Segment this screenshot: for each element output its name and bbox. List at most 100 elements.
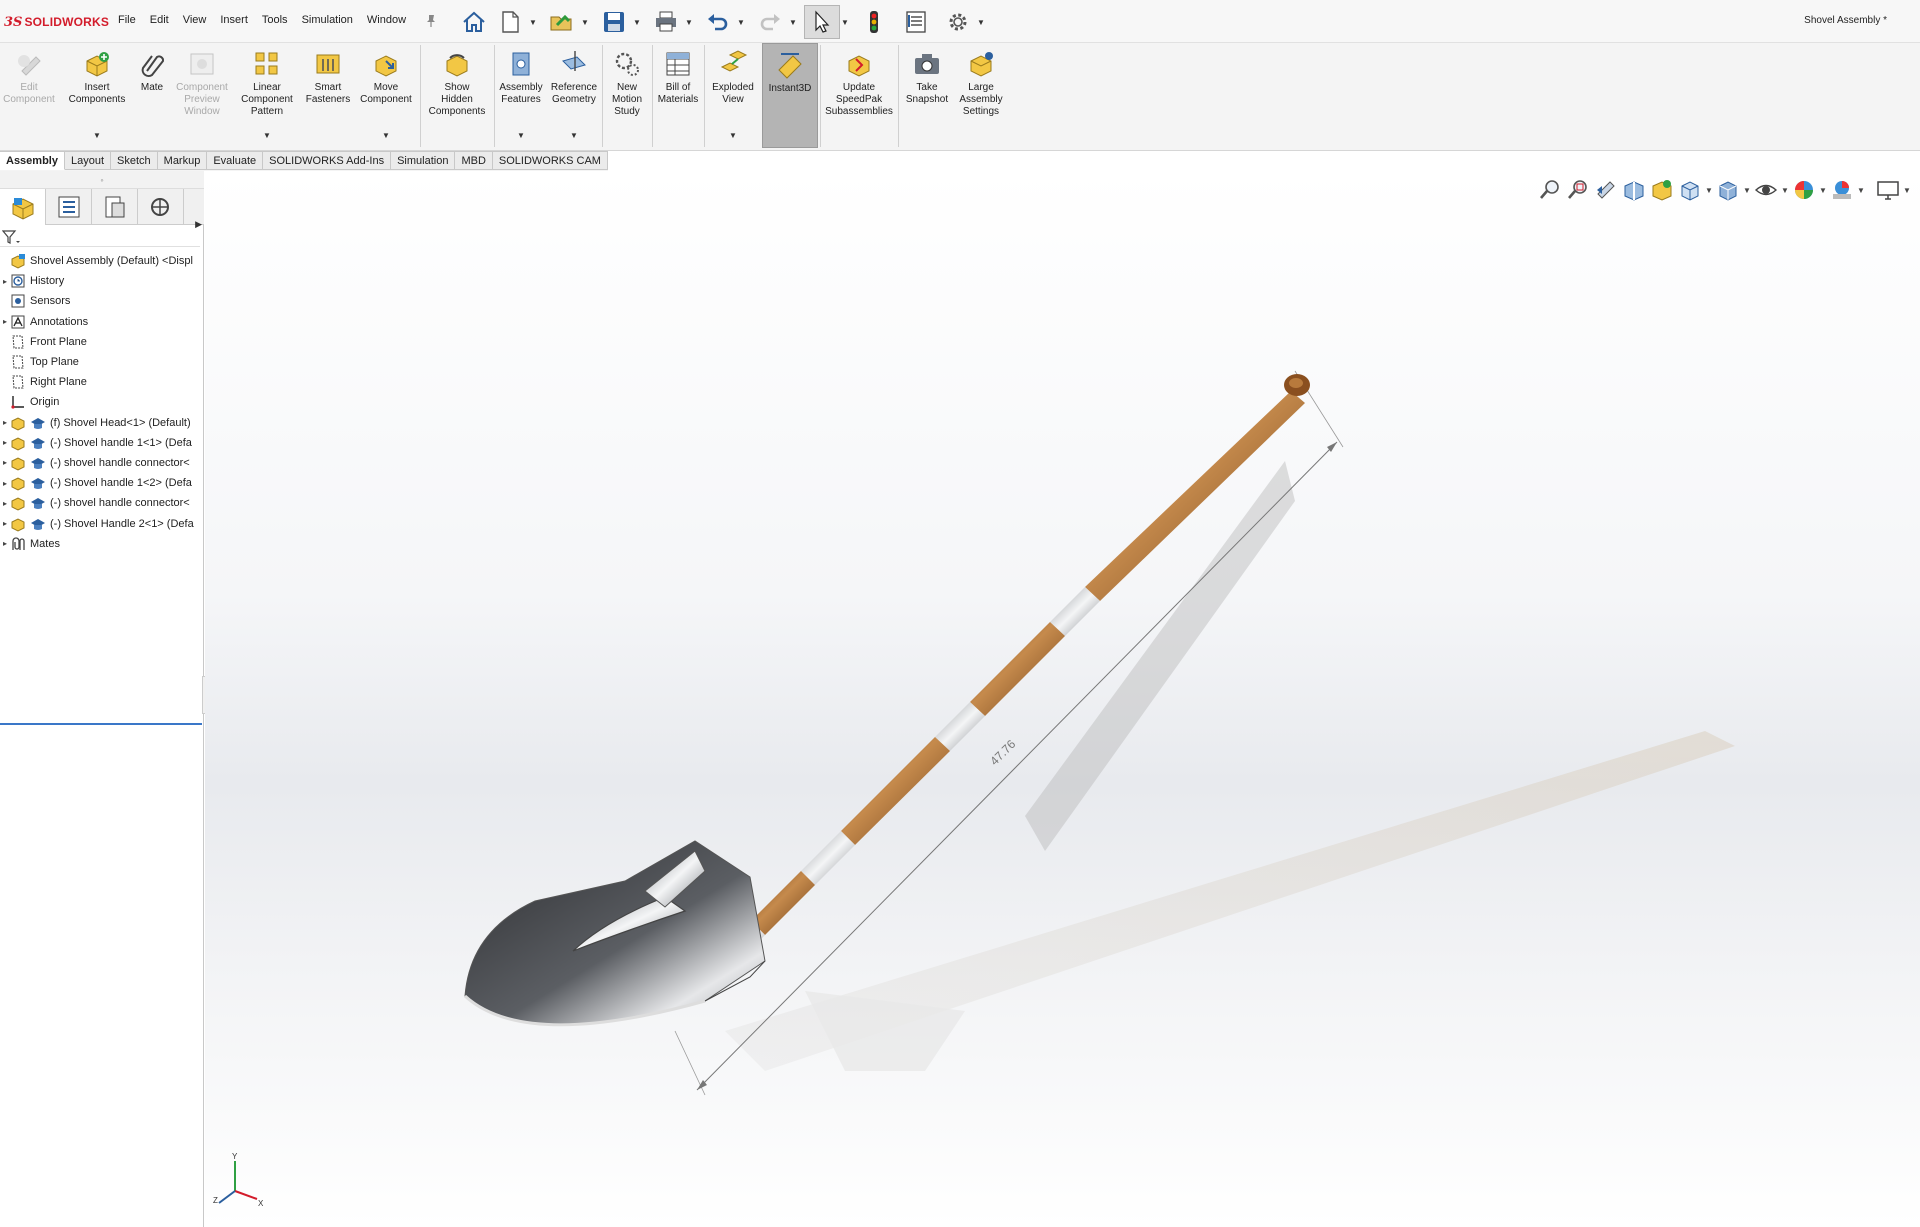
menu-window[interactable]: Window (367, 14, 406, 26)
linear-pattern-dropdown[interactable]: ▼ (263, 130, 271, 142)
tree-item[interactable]: ▸ (f) Shovel Head<1> (Default) (0, 413, 202, 433)
select-button[interactable] (804, 5, 840, 39)
shovel-model-scene[interactable]: 47.76 (205, 171, 1920, 1227)
tree-item[interactable]: ▸ (-) Shovel handle 1<1> (Defa (0, 433, 202, 453)
menu-edit[interactable]: Edit (150, 14, 169, 26)
tree-item[interactable]: Sensors (0, 291, 202, 311)
mate-button[interactable]: Mate (134, 43, 170, 148)
options-button[interactable] (940, 5, 976, 39)
bill-of-materials-button[interactable]: Bill of Materials (654, 43, 702, 148)
tree-item[interactable]: ▸ (-) Shovel Handle 2<1> (Defa (0, 513, 202, 533)
tab-markup[interactable]: Markup (157, 151, 208, 170)
tree-item[interactable]: ▸ (-) Shovel handle 1<2> (Defa (0, 473, 202, 493)
view-orientation-dropdown[interactable]: ▼ (1704, 186, 1714, 195)
assembly-features-button[interactable]: Assembly Features ▼ (496, 43, 546, 148)
component-preview-window-button[interactable]: Component Preview Window (172, 43, 232, 148)
save-dropdown[interactable]: ▼ (632, 5, 642, 39)
undo-dropdown[interactable]: ▼ (736, 5, 746, 39)
undo-button[interactable] (700, 5, 736, 39)
panel-grip[interactable]: ◦ (0, 171, 204, 189)
zoom-to-fit-button[interactable] (1536, 176, 1564, 204)
tree-expand-icon[interactable]: ▸ (0, 458, 10, 467)
tab-simulation[interactable]: Simulation (391, 151, 456, 170)
linear-component-pattern-button[interactable]: Linear Component Pattern ▼ (236, 43, 298, 148)
open-dropdown[interactable]: ▼ (580, 5, 590, 39)
dynamic-annotation-button[interactable] (1648, 176, 1676, 204)
edit-appearance-dropdown[interactable]: ▼ (1818, 186, 1828, 195)
insert-components-button[interactable]: Insert Components ▼ (68, 43, 126, 148)
tab-property-manager[interactable] (46, 189, 92, 225)
view-settings-button[interactable] (1874, 176, 1902, 204)
apply-scene-dropdown[interactable]: ▼ (1856, 186, 1866, 195)
tree-expand-icon[interactable]: ▸ (0, 438, 10, 447)
view-orientation-button[interactable] (1676, 176, 1704, 204)
tree-rollback-bar[interactable] (0, 723, 202, 725)
tree-filter[interactable] (0, 227, 200, 247)
display-style-button[interactable] (1714, 176, 1742, 204)
exploded-view-dropdown[interactable]: ▼ (729, 130, 737, 142)
view-settings-dropdown[interactable]: ▼ (1902, 186, 1912, 195)
take-snapshot-button[interactable]: Take Snapshot (900, 43, 954, 148)
tree-item[interactable]: Top Plane (0, 352, 202, 372)
rebuild-button[interactable] (856, 5, 892, 39)
display-style-dropdown[interactable]: ▼ (1742, 186, 1752, 195)
graphics-viewport[interactable]: 47.76 ▼ ▼ ▼ ▼ ▼ ▼ Y X Z (205, 171, 1920, 1227)
tab-feature-manager[interactable] (0, 189, 46, 225)
tree-item[interactable]: Shovel Assembly (Default) <Displ (0, 251, 202, 271)
file-properties-button[interactable] (898, 5, 934, 39)
move-component-dropdown[interactable]: ▼ (382, 130, 390, 142)
reference-geometry-dropdown[interactable]: ▼ (570, 130, 578, 142)
new-document-button[interactable] (492, 5, 528, 39)
tab-evaluate[interactable]: Evaluate (207, 151, 264, 170)
apply-scene-button[interactable] (1828, 176, 1856, 204)
redo-button[interactable] (752, 5, 788, 39)
tree-item[interactable]: ▸ (-) shovel handle connector< (0, 453, 202, 473)
redo-dropdown[interactable]: ▼ (788, 5, 798, 39)
show-hidden-components-button[interactable]: Show Hidden Components (422, 43, 492, 148)
tree-item[interactable]: ▸ Annotations (0, 312, 202, 332)
tree-expand-icon[interactable]: ▸ (0, 418, 10, 427)
tab-assembly[interactable]: Assembly (0, 151, 65, 170)
edit-component-button[interactable]: Edit Component (0, 43, 58, 148)
tree-expand-icon[interactable]: ▸ (0, 499, 10, 508)
menu-view[interactable]: View (183, 14, 207, 26)
home-button[interactable] (456, 5, 492, 39)
tree-expand-icon[interactable]: ▸ (0, 519, 10, 528)
tree-expand-icon[interactable]: ▸ (0, 317, 10, 326)
tab-configuration-manager[interactable] (92, 189, 138, 225)
tree-item[interactable]: ▸ Mates (0, 534, 202, 554)
options-dropdown[interactable]: ▼ (976, 5, 986, 39)
move-component-button[interactable]: Move Component ▼ (356, 43, 416, 148)
hide-show-dropdown[interactable]: ▼ (1780, 186, 1790, 195)
tab-dimxpert-manager[interactable] (138, 189, 184, 225)
tree-expand-icon[interactable]: ▸ (0, 539, 10, 548)
previous-view-button[interactable] (1592, 176, 1620, 204)
tree-item[interactable]: Origin (0, 392, 202, 412)
instant3d-button[interactable]: Instant3D (762, 43, 818, 148)
tree-item[interactable]: ▸ History (0, 271, 202, 291)
dimension-value[interactable]: 47.76 (987, 737, 1018, 768)
tree-item[interactable]: Front Plane (0, 332, 202, 352)
tab-sketch[interactable]: Sketch (111, 151, 158, 170)
insert-components-dropdown[interactable]: ▼ (93, 130, 101, 142)
open-button[interactable] (544, 5, 580, 39)
tab-mbd[interactable]: MBD (455, 151, 493, 170)
hide-show-items-button[interactable] (1752, 176, 1780, 204)
tree-item[interactable]: ▸ (-) shovel handle connector< (0, 493, 202, 513)
tree-expand-icon[interactable]: ▸ (0, 479, 10, 488)
large-assembly-settings-button[interactable]: Large Assembly Settings (956, 43, 1006, 148)
menu-file[interactable]: File (118, 14, 136, 26)
save-button[interactable] (596, 5, 632, 39)
assembly-features-dropdown[interactable]: ▼ (517, 130, 525, 142)
shovel-blade[interactable] (463, 840, 766, 1027)
new-motion-study-button[interactable]: New Motion Study (604, 43, 650, 148)
select-dropdown[interactable]: ▼ (840, 5, 850, 39)
zoom-to-area-button[interactable] (1564, 176, 1592, 204)
tab-layout[interactable]: Layout (64, 151, 112, 170)
print-button[interactable] (648, 5, 684, 39)
new-dropdown[interactable]: ▼ (528, 5, 538, 39)
menu-insert[interactable]: Insert (220, 14, 248, 26)
section-view-button[interactable] (1620, 176, 1648, 204)
tab-cam[interactable]: SOLIDWORKS CAM (492, 151, 608, 170)
tree-expand-icon[interactable]: ▸ (0, 277, 10, 286)
